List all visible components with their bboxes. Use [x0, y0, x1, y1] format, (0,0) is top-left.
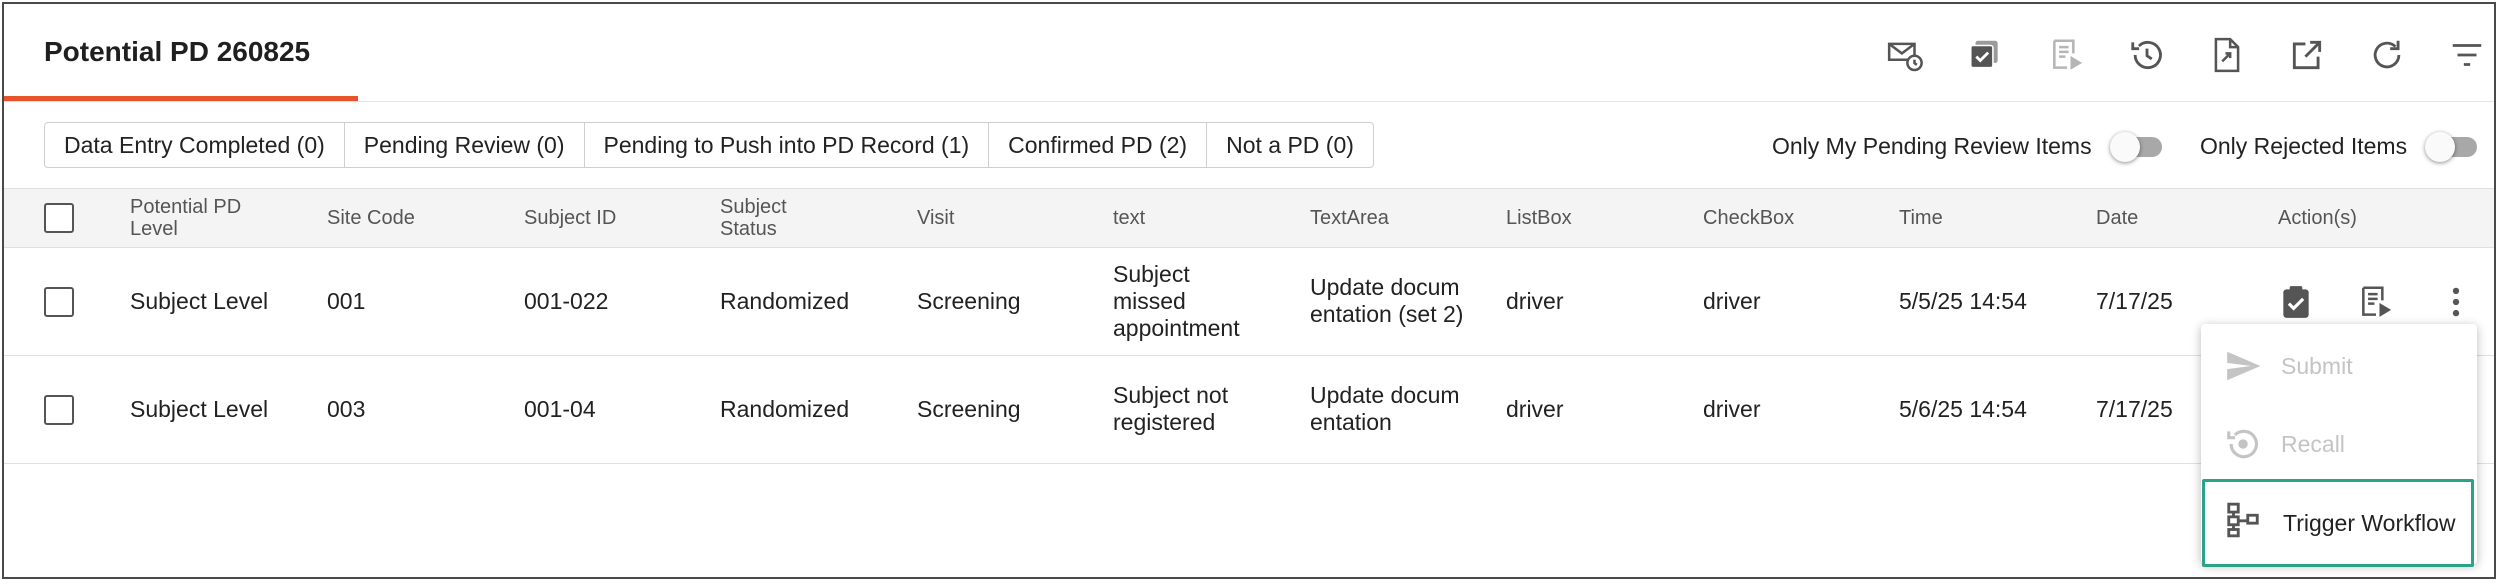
toggle-rejected-items: Only Rejected Items: [2200, 128, 2478, 164]
cell-visit: Screening: [917, 395, 1021, 422]
more-vert-icon: [2452, 287, 2460, 317]
row-select-checkbox[interactable]: [44, 287, 74, 317]
menu-item-recall[interactable]: Recall: [2201, 404, 2477, 484]
cell-checkbox: driver: [1703, 395, 1761, 422]
column-header-subject-status[interactable]: Subject Status: [720, 189, 810, 247]
active-tab-underline: [4, 96, 358, 101]
cell-text: Subject missed appointment: [1113, 260, 1240, 341]
cell-date: 7/17/25: [2096, 287, 2173, 314]
segment-pending-review[interactable]: Pending Review (0): [345, 123, 585, 167]
cell-checkbox: driver: [1703, 287, 1761, 314]
cell-listbox: driver: [1506, 287, 1564, 314]
toggle-my-pending-label: Only My Pending Review Items: [1772, 132, 2092, 159]
cell-visit: Screening: [917, 287, 1021, 314]
menu-item-trigger-workflow[interactable]: Trigger Workflow: [2202, 479, 2474, 567]
row-more-button[interactable]: [2434, 280, 2478, 324]
review-submit-icon: [2053, 39, 2083, 70]
column-header-level[interactable]: Potential PD Level: [130, 189, 270, 247]
table-row: Subject Level 001 001-022 Randomized Scr…: [4, 248, 2494, 356]
segment-confirmed-pd[interactable]: Confirmed PD (2): [989, 123, 1208, 167]
potential-pd-panel: Potential PD 260825 Data Entry Completed…: [2, 2, 2496, 579]
column-header-visit[interactable]: Visit: [917, 189, 954, 247]
filter-icon: [2452, 44, 2482, 66]
cell-level: Subject Level: [130, 287, 269, 314]
send-icon: [2227, 351, 2261, 381]
select-all-checkbox[interactable]: [44, 203, 74, 233]
row-approve-button[interactable]: [2274, 280, 2318, 324]
email-schedule-icon: [1887, 42, 1923, 72]
toggle-rejected-switch[interactable]: [2425, 128, 2478, 164]
cell-textarea: Update documentation: [1310, 382, 1460, 435]
cell-time: 5/6/25 14:54: [1899, 395, 2027, 422]
column-header-actions: Action(s): [2278, 207, 2357, 229]
refresh-icon: [2373, 40, 2401, 69]
workflow-icon: [2227, 502, 2259, 538]
cell-subject-id: 001-022: [524, 287, 609, 314]
cell-textarea: Update documentation (set 2): [1310, 274, 1464, 327]
history-icon: [2131, 40, 2162, 70]
toggle-my-pending-review: Only My Pending Review Items: [1772, 128, 2162, 164]
menu-item-label: Submit: [2281, 352, 2353, 379]
menu-item-label: Recall: [2281, 430, 2345, 457]
row-review-button[interactable]: [2354, 280, 2398, 324]
cell-listbox: driver: [1506, 395, 1564, 422]
panel-header: Potential PD 260825: [4, 4, 2494, 102]
bulk-approve-button[interactable]: [1962, 32, 2008, 78]
cell-time: 5/5/25 14:54: [1899, 287, 2027, 314]
segment-pending-push[interactable]: Pending to Push into PD Record (1): [585, 123, 990, 167]
bulk-approve-icon: [1969, 40, 1998, 69]
cell-text: Subject not registered: [1113, 382, 1229, 435]
cell-subject-status: Randomized: [720, 287, 850, 314]
cell-level: Subject Level: [130, 395, 269, 422]
page-title: Potential PD 260825: [44, 36, 311, 67]
table-header: Potential PD Level Site Code Subject ID …: [4, 188, 2494, 248]
toggle-my-pending-switch[interactable]: [2109, 128, 2162, 164]
column-header-time[interactable]: Time: [1899, 189, 1943, 247]
export-document-button[interactable]: [2204, 32, 2250, 78]
row-select-checkbox[interactable]: [44, 395, 74, 425]
review-submit-button[interactable]: [2044, 32, 2090, 78]
email-schedule-button[interactable]: [1882, 32, 1928, 78]
open-external-button[interactable]: [2284, 32, 2330, 78]
menu-item-submit[interactable]: Submit: [2201, 326, 2477, 406]
refresh-button[interactable]: [2364, 32, 2410, 78]
column-header-checkbox[interactable]: CheckBox: [1703, 189, 1794, 247]
filter-button[interactable]: [2444, 32, 2490, 78]
row-actions-menu: Submit Recall Trigger Workflow: [2201, 324, 2477, 567]
column-header-date[interactable]: Date: [2096, 189, 2138, 247]
column-header-listbox[interactable]: ListBox: [1506, 189, 1572, 247]
export-document-icon: [2214, 37, 2240, 73]
cell-subject-id: 001-04: [524, 395, 596, 422]
column-header-textarea[interactable]: TextArea: [1310, 189, 1389, 247]
menu-item-label: Trigger Workflow: [2283, 509, 2456, 536]
review-submit-icon: [2362, 286, 2392, 317]
cell-site-code: 003: [327, 395, 366, 422]
column-header-site-code[interactable]: Site Code: [327, 189, 415, 247]
cell-date: 7/17/25: [2096, 395, 2173, 422]
segment-data-entry-completed[interactable]: Data Entry Completed (0): [45, 123, 345, 167]
open-external-icon: [2292, 40, 2322, 70]
recall-icon: [2227, 429, 2259, 459]
cell-subject-status: Randomized: [720, 395, 850, 422]
status-filter-segments: Data Entry Completed (0) Pending Review …: [44, 122, 1374, 168]
toggle-rejected-label: Only Rejected Items: [2200, 132, 2408, 159]
column-header-text[interactable]: text: [1113, 189, 1145, 247]
clipboard-check-icon: [2283, 286, 2309, 318]
cell-site-code: 001: [327, 287, 366, 314]
segment-not-a-pd[interactable]: Not a PD (0): [1207, 123, 1373, 167]
column-header-subject-id[interactable]: Subject ID: [524, 189, 616, 247]
table-row: Subject Level 003 001-04 Randomized Scre…: [4, 356, 2494, 464]
history-button[interactable]: [2124, 32, 2170, 78]
